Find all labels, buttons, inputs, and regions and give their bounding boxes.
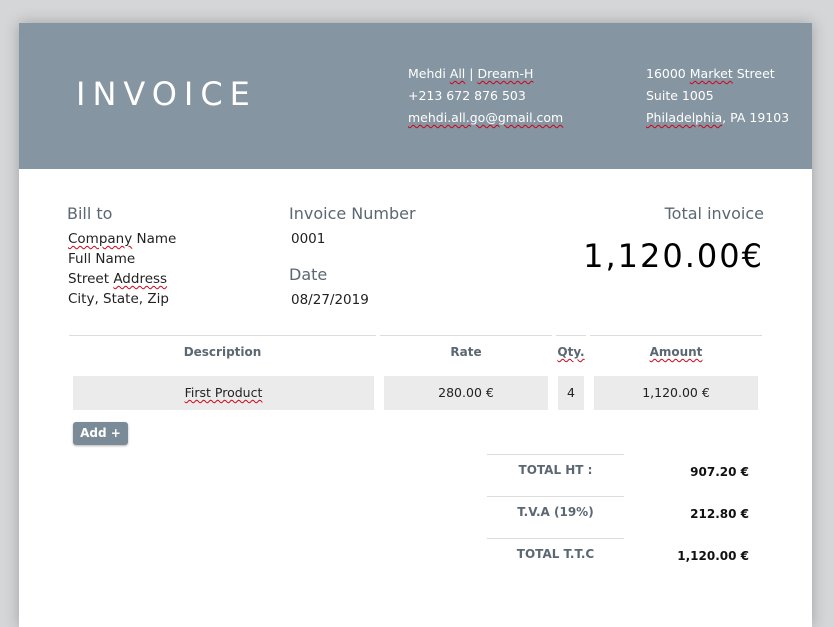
summary-row-tva: T.V.A (19%) 212.80 € xyxy=(487,496,757,538)
address-suite: Suite 1005 xyxy=(646,88,714,103)
item-amount-cell: 1,120.00 € xyxy=(594,376,758,410)
address-street-line: 16000 Market Street xyxy=(646,63,789,85)
sender-first-name: Mehdi xyxy=(408,66,450,81)
sender-name-line: Mehdi All | Dream-H xyxy=(408,63,563,85)
total-invoice-label-wrap: Total invoice xyxy=(665,204,764,223)
column-header-amount: Amount xyxy=(590,335,762,372)
sender-email[interactable]: mehdi.all.go@gmail.com xyxy=(408,110,563,125)
total-ht-value: 907.20 € xyxy=(690,465,749,479)
add-row-button[interactable]: Add + xyxy=(73,422,128,445)
invoice-number-label: Invoice Number xyxy=(289,204,416,223)
sender-address: 16000 Market Street Suite 1005 Philadelp… xyxy=(646,63,789,129)
address-street-number: 16000 xyxy=(646,66,690,81)
bill-to-company-b: Name xyxy=(132,231,177,247)
date-label: Date xyxy=(289,265,328,284)
column-header-description: Description xyxy=(69,335,376,372)
invoice-title: INVOICE xyxy=(76,75,257,113)
name-separator: | xyxy=(465,66,478,81)
tva-value: 212.80 € xyxy=(690,507,749,521)
total-ht-label: TOTAL HT : xyxy=(487,454,624,497)
bill-to-section: Bill to Company Name Full Name Street Ad… xyxy=(67,204,176,309)
bill-to-city[interactable]: City, State, Zip xyxy=(68,289,176,309)
bill-to-details: Company Name Full Name Street Address Ci… xyxy=(67,229,176,309)
item-rate-cell[interactable]: 280.00 € xyxy=(384,376,548,410)
address-city-line: Philadelphia, PA 19103 xyxy=(646,107,789,129)
item-description: First Product xyxy=(184,385,263,400)
bill-to-street[interactable]: Street Address xyxy=(68,269,176,289)
invoice-header: INVOICE Mehdi All | Dream-H +213 672 876… xyxy=(19,23,812,169)
address-state-zip: , PA 19103 xyxy=(722,110,790,125)
address-city: Philadelphia xyxy=(646,110,723,125)
bill-to-street-b: Address xyxy=(113,271,168,287)
sender-phone: +213 672 876 503 xyxy=(408,88,526,103)
invoice-meta: Invoice Number 0001 Date 08/27/2019 xyxy=(289,204,416,310)
bill-to-company-a: Company xyxy=(68,231,133,247)
invoice-date[interactable]: 08/27/2019 xyxy=(289,290,416,310)
total-invoice-label: Total invoice xyxy=(664,204,764,223)
address-street-name: Market xyxy=(689,66,733,81)
invoice-number[interactable]: 0001 xyxy=(289,229,416,249)
address-street-suffix: Street xyxy=(732,66,775,81)
sender-company: Dream-H xyxy=(477,66,534,81)
amount-header-text: Amount xyxy=(649,345,703,359)
tva-label: T.V.A (19%) xyxy=(487,496,624,539)
item-qty-cell[interactable]: 4 xyxy=(558,376,584,410)
total-ttc-label: TOTAL T.T.C xyxy=(487,538,624,581)
bill-to-full-name[interactable]: Full Name xyxy=(68,249,176,269)
bill-to-label: Bill to xyxy=(67,204,113,223)
column-header-rate: Rate xyxy=(380,335,552,372)
summary-row-ht: TOTAL HT : 907.20 € xyxy=(487,454,757,496)
sender-last-name: All xyxy=(449,66,466,81)
sender-info: Mehdi All | Dream-H +213 672 876 503 meh… xyxy=(408,63,563,129)
item-description-cell[interactable]: First Product xyxy=(73,376,374,410)
bill-to-company[interactable]: Company Name xyxy=(68,229,176,249)
qty-header-text: Qty. xyxy=(557,345,585,359)
bill-to-street-a: Street xyxy=(68,271,114,287)
total-invoice-amount: 1,120.00€ xyxy=(583,237,764,275)
total-ttc-value: 1,120.00 € xyxy=(677,549,749,563)
invoice-sheet: INVOICE Mehdi All | Dream-H +213 672 876… xyxy=(19,23,812,627)
summary-row-ttc: TOTAL T.T.C 1,120.00 € xyxy=(487,538,757,580)
column-header-qty: Qty. xyxy=(556,335,586,372)
